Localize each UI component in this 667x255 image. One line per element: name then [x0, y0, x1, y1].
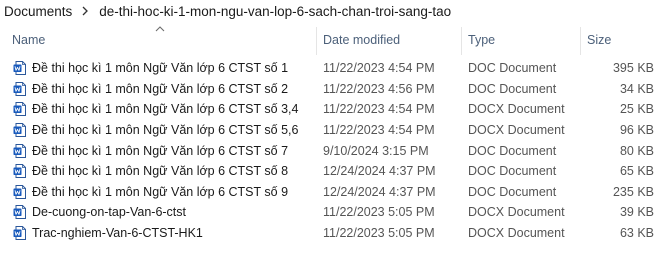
file-name[interactable]: Đề thi học kì 1 môn Ngữ Văn lớp 6 CTST s…: [32, 58, 288, 79]
column-header-size[interactable]: Size: [581, 24, 667, 56]
file-date-modified: 11/22/2023 4:54 PM: [323, 61, 435, 76]
breadcrumb-item-current-folder[interactable]: de-thi-hoc-ki-1-mon-ngu-van-lop-6-sach-c…: [95, 4, 455, 19]
word-document-icon: [12, 182, 26, 203]
file-name[interactable]: Đề thi học kì 1 môn Ngữ Văn lớp 6 CTST s…: [32, 99, 298, 120]
file-name[interactable]: Đề thi học kì 1 môn Ngữ Văn lớp 6 CTST s…: [32, 140, 288, 161]
file-row[interactable]: Đề thi học kì 1 môn Ngữ Văn lớp 6 CTST s…: [0, 161, 667, 182]
file-size: 25 KB: [619, 102, 654, 117]
column-header-date-label: Date modified: [323, 33, 401, 47]
file-name[interactable]: Đề thi học kì 1 môn Ngữ Văn lớp 6 CTST s…: [32, 161, 288, 182]
file-date-modified: 9/10/2024 3:15 PM: [323, 143, 429, 158]
word-document-icon: [12, 58, 26, 79]
file-name[interactable]: Trac-nghiem-Van-6-CTST-HK1: [32, 223, 203, 244]
file-list: Đề thi học kì 1 môn Ngữ Văn lớp 6 CTST s…: [0, 58, 667, 243]
file-type: DOCX Document: [468, 226, 565, 241]
file-row[interactable]: Đề thi học kì 1 môn Ngữ Văn lớp 6 CTST s…: [0, 120, 667, 141]
file-type: DOCX Document: [468, 102, 565, 117]
chevron-right-icon[interactable]: [80, 0, 90, 22]
column-header-name[interactable]: Name: [6, 24, 316, 56]
file-date-modified: 12/24/2024 4:37 PM: [323, 184, 436, 199]
file-size: 235 KB: [612, 184, 654, 199]
file-size: 80 KB: [619, 143, 654, 158]
file-row[interactable]: Đề thi học kì 1 môn Ngữ Văn lớp 6 CTST s…: [0, 99, 667, 120]
file-explorer-window: Documents de-thi-hoc-ki-1-mon-ngu-van-lo…: [0, 0, 667, 255]
column-header-name-label: Name: [12, 33, 46, 47]
file-date-modified: 11/22/2023 4:54 PM: [323, 123, 435, 138]
file-row[interactable]: Đề thi học kì 1 môn Ngữ Văn lớp 6 CTST s…: [0, 58, 667, 79]
file-size: 395 KB: [612, 61, 654, 76]
file-name[interactable]: Đề thi học kì 1 môn Ngữ Văn lớp 6 CTST s…: [32, 182, 288, 203]
file-date-modified: 11/22/2023 4:54 PM: [323, 102, 435, 117]
column-header-date-modified[interactable]: Date modified: [317, 24, 461, 56]
breadcrumb: Documents de-thi-hoc-ki-1-mon-ngu-van-lo…: [0, 0, 667, 22]
breadcrumb-item-documents[interactable]: Documents: [0, 4, 76, 19]
file-row[interactable]: De-cuong-on-tap-Van-6-ctst 11/22/2023 5:0…: [0, 202, 667, 223]
file-type: DOC Document: [468, 184, 557, 199]
file-name[interactable]: De-cuong-on-tap-Van-6-ctst: [32, 202, 186, 223]
column-header-row: Name Date modified Type Size: [0, 24, 667, 56]
file-row[interactable]: Trac-nghiem-Van-6-CTST-HK1 11/22/2023 5:0…: [0, 223, 667, 244]
column-header-size-label: Size: [587, 33, 612, 47]
file-row[interactable]: Đề thi học kì 1 môn Ngữ Văn lớp 6 CTST s…: [0, 140, 667, 161]
file-size: 63 KB: [619, 226, 654, 241]
file-type: DOC Document: [468, 143, 557, 158]
word-document-icon: [12, 202, 26, 223]
word-document-icon: [12, 161, 26, 182]
word-document-icon: [12, 223, 26, 244]
file-type: DOCX Document: [468, 123, 565, 138]
file-size: 34 KB: [619, 81, 654, 96]
file-type: DOC Document: [468, 164, 557, 179]
file-date-modified: 11/22/2023 4:56 PM: [323, 81, 435, 96]
word-document-icon: [12, 140, 26, 161]
column-header-type-label: Type: [468, 33, 496, 47]
word-document-icon: [12, 99, 26, 120]
file-row[interactable]: Đề thi học kì 1 môn Ngữ Văn lớp 6 CTST s…: [0, 182, 667, 203]
file-size: 65 KB: [619, 164, 654, 179]
file-date-modified: 11/22/2023 5:05 PM: [323, 226, 435, 241]
file-date-modified: 12/24/2024 4:37 PM: [323, 164, 436, 179]
file-name[interactable]: Đề thi học kì 1 môn Ngữ Văn lớp 6 CTST s…: [32, 79, 288, 100]
column-header-type[interactable]: Type: [462, 24, 580, 56]
file-size: 39 KB: [619, 205, 654, 220]
file-name[interactable]: Đề thi học kì 1 môn Ngữ Văn lớp 6 CTST s…: [32, 120, 298, 141]
file-type: DOCX Document: [468, 205, 565, 220]
file-row[interactable]: Đề thi học kì 1 môn Ngữ Văn lớp 6 CTST s…: [0, 79, 667, 100]
file-type: DOC Document: [468, 81, 557, 96]
word-document-icon: [12, 120, 26, 141]
word-document-icon: [12, 79, 26, 100]
file-type: DOC Document: [468, 61, 557, 76]
file-date-modified: 11/22/2023 5:05 PM: [323, 205, 435, 220]
file-size: 96 KB: [619, 123, 654, 138]
